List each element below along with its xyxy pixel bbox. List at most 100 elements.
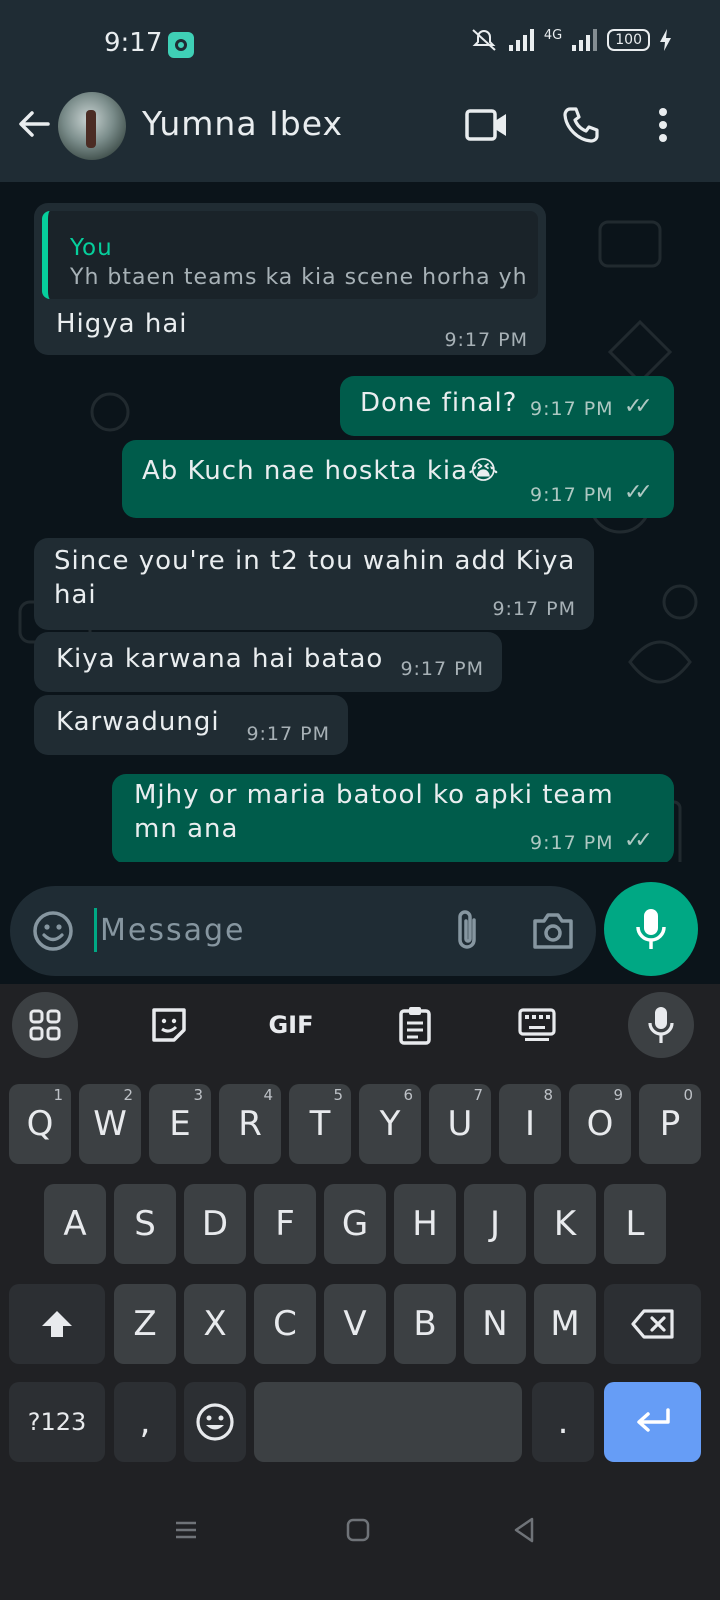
message-composer[interactable] xyxy=(10,886,596,976)
key-hint: 0 xyxy=(683,1086,693,1104)
shift-key[interactable] xyxy=(9,1284,105,1364)
message-text-line-1: Since you're in t2 tou wahin add Kiya xyxy=(54,546,576,576)
outgoing-message[interactable]: Done final? 9:17 PM ✓✓ xyxy=(340,376,674,436)
key-k[interactable]: K xyxy=(534,1184,596,1264)
contact-avatar[interactable] xyxy=(58,92,126,160)
key-a[interactable]: A xyxy=(44,1184,106,1264)
key-label: T xyxy=(309,1104,331,1144)
message-text-line-2: mn ana xyxy=(134,814,239,844)
message-text: Ab Kuch nae hoskta kia😭 xyxy=(142,456,500,486)
enter-key[interactable] xyxy=(604,1382,701,1462)
incoming-message[interactable]: Kiya karwana hai batao 9:17 PM xyxy=(34,632,502,692)
outgoing-message[interactable]: Mjhy or maria batool ko apki team mn ana… xyxy=(112,774,674,864)
message-time: 9:17 PM xyxy=(444,329,528,351)
emoji-key[interactable] xyxy=(184,1382,246,1462)
space-key[interactable] xyxy=(254,1382,522,1462)
key-hint: 6 xyxy=(403,1086,413,1104)
video-call-icon[interactable] xyxy=(462,100,512,150)
key-h[interactable]: H xyxy=(394,1184,456,1264)
key-hint: 2 xyxy=(123,1086,133,1104)
message-time: 9:17 PM xyxy=(492,598,576,620)
incoming-message[interactable]: You Yh btaen teams ka kia scene horha yh… xyxy=(34,203,546,355)
key-c[interactable]: C xyxy=(254,1284,316,1364)
backspace-icon xyxy=(630,1309,674,1339)
read-receipt-icon: ✓✓ xyxy=(624,480,653,505)
period-key[interactable]: . xyxy=(532,1382,594,1462)
key-hint: 3 xyxy=(193,1086,203,1104)
message-text: Higya hai xyxy=(56,309,188,339)
key-w[interactable]: W2 xyxy=(79,1084,141,1164)
key-label: Y xyxy=(379,1104,401,1144)
key-label: E xyxy=(169,1104,191,1144)
symbols-key[interactable]: ?123 xyxy=(9,1382,105,1462)
message-text: Done final? xyxy=(360,388,518,418)
keyboard-toolbar: GIF xyxy=(0,984,720,1074)
clipboard-icon[interactable] xyxy=(382,992,448,1058)
key-n[interactable]: N xyxy=(464,1284,526,1364)
key-e[interactable]: E3 xyxy=(149,1084,211,1164)
message-time: 9:17 PM xyxy=(530,398,614,420)
key-g[interactable]: G xyxy=(324,1184,386,1264)
key-v[interactable]: V xyxy=(324,1284,386,1364)
app-notification-icon xyxy=(168,32,194,58)
key-d[interactable]: D xyxy=(184,1184,246,1264)
key-i[interactable]: I8 xyxy=(499,1084,561,1164)
key-m[interactable]: M xyxy=(534,1284,596,1364)
back-arrow-icon[interactable] xyxy=(14,104,54,144)
voice-call-icon[interactable] xyxy=(556,100,606,150)
keyboard-layout-icon[interactable] xyxy=(504,992,570,1058)
key-p[interactable]: P0 xyxy=(639,1084,701,1164)
outgoing-message[interactable]: Ab Kuch nae hoskta kia😭 9:17 PM ✓✓ xyxy=(122,440,674,518)
enter-icon xyxy=(636,1408,670,1432)
key-l[interactable]: L xyxy=(604,1184,666,1264)
quote-author: You xyxy=(70,235,113,261)
key-s[interactable]: S xyxy=(114,1184,176,1264)
message-text: Kiya karwana hai batao xyxy=(56,644,384,674)
message-input[interactable] xyxy=(100,902,430,958)
key-y[interactable]: Y6 xyxy=(359,1084,421,1164)
quote-text: Yh btaen teams ka kia scene horha yh xyxy=(70,265,528,290)
message-time: 9:17 PM xyxy=(530,832,614,854)
key-f[interactable]: F xyxy=(254,1184,316,1264)
message-text: Karwadungi xyxy=(56,707,220,737)
voice-input-icon[interactable] xyxy=(628,992,694,1058)
attach-icon[interactable] xyxy=(442,906,492,956)
back-nav-icon[interactable] xyxy=(508,1514,540,1546)
contact-name[interactable]: Yumna Ibex xyxy=(142,104,343,143)
gif-button[interactable]: GIF xyxy=(258,992,324,1058)
key-j[interactable]: J xyxy=(464,1184,526,1264)
key-hint: 7 xyxy=(473,1086,483,1104)
message-time: 9:17 PM xyxy=(246,723,330,745)
key-b[interactable]: B xyxy=(394,1284,456,1364)
sticker-icon[interactable] xyxy=(136,992,202,1058)
key-u[interactable]: U7 xyxy=(429,1084,491,1164)
apps-grid-icon[interactable] xyxy=(12,992,78,1058)
key-hint: 5 xyxy=(333,1086,343,1104)
key-label: U xyxy=(447,1104,473,1144)
incoming-message[interactable]: Since you're in t2 tou wahin add Kiya ha… xyxy=(34,538,594,630)
key-z[interactable]: Z xyxy=(114,1284,176,1364)
emoji-icon[interactable] xyxy=(28,906,78,956)
key-r[interactable]: R4 xyxy=(219,1084,281,1164)
comma-key[interactable]: , xyxy=(114,1382,176,1462)
more-options-icon[interactable] xyxy=(638,100,688,150)
text-cursor xyxy=(94,908,97,952)
read-receipt-icon: ✓✓ xyxy=(624,828,653,853)
chat-header: 9:17 4G 100 Yumna Ibex xyxy=(0,0,720,182)
backspace-key[interactable] xyxy=(604,1284,701,1364)
key-label: Q xyxy=(26,1104,54,1144)
recents-icon[interactable] xyxy=(170,1514,202,1546)
key-q[interactable]: Q1 xyxy=(9,1084,71,1164)
home-icon[interactable] xyxy=(342,1514,374,1546)
key-label: R xyxy=(238,1104,262,1144)
message-time: 9:17 PM xyxy=(530,484,614,506)
key-label: I xyxy=(524,1104,536,1144)
voice-message-button[interactable] xyxy=(604,882,698,976)
quoted-reply[interactable]: You Yh btaen teams ka kia scene horha yh xyxy=(42,211,538,299)
camera-icon[interactable] xyxy=(528,906,578,956)
key-x[interactable]: X xyxy=(184,1284,246,1364)
key-t[interactable]: T5 xyxy=(289,1084,351,1164)
incoming-message[interactable]: Karwadungi 9:17 PM xyxy=(34,695,348,755)
status-icons: 4G 100 xyxy=(469,28,672,52)
key-o[interactable]: O9 xyxy=(569,1084,631,1164)
